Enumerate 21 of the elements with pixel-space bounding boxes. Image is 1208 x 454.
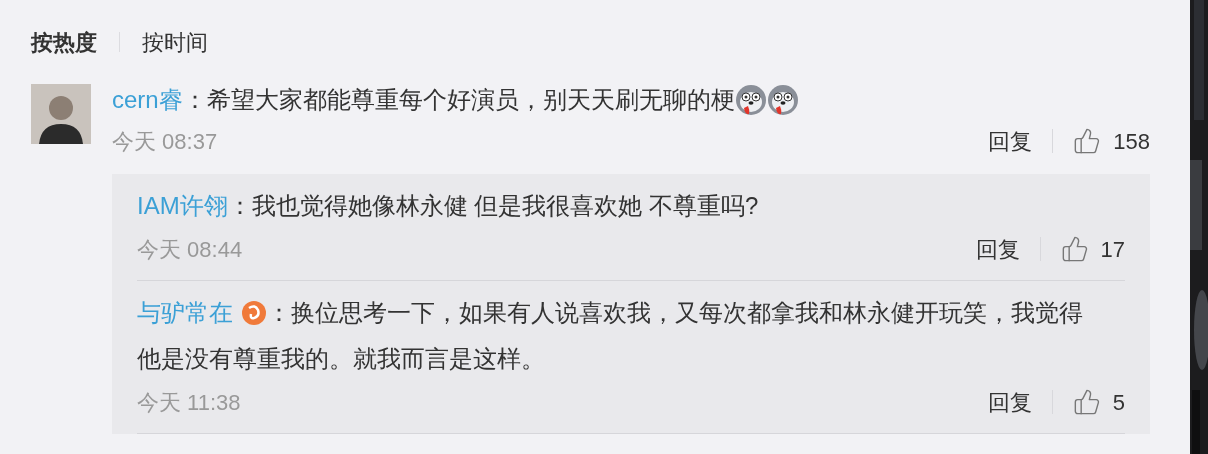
reply-text: IAM许翎：我也觉得她像林永健 但是我很喜欢她 不尊重吗? [137, 191, 760, 221]
reply-time: 今天 08:44 [137, 235, 243, 264]
reply-text: 与驴常在 ：换位思考一下，如果有人说喜欢我，又每次都拿我和林永健开玩笑，我觉得他是没有尊重我的。就我而言是这样。 [137, 298, 1084, 374]
comment-text: 希望大家都能尊重每个好演员，别天天刷无聊的梗 [206, 85, 735, 115]
like-count: 5 [1112, 388, 1125, 417]
comment-time: 今天 08:37 [112, 127, 218, 156]
dog-emoji-icon [766, 84, 799, 116]
thumbs-up-icon[interactable] [1060, 235, 1089, 263]
separator: ： [182, 85, 207, 115]
avatar [31, 84, 91, 144]
sort-tab[interactable]: 按热度 [31, 25, 97, 59]
like-count: 158 [1113, 127, 1150, 156]
reply-link[interactable]: 回复 [975, 232, 1020, 266]
dog-emoji-icon [734, 84, 767, 116]
thumbs-up-icon[interactable] [1073, 127, 1102, 155]
reply-link[interactable]: 回复 [987, 385, 1032, 419]
like-count: 17 [1100, 235, 1125, 264]
reply-link[interactable]: 回复 [988, 124, 1033, 158]
thumbs-up-icon[interactable] [1072, 388, 1101, 416]
reply-time: 今天 11:38 [137, 388, 241, 417]
sort-tab[interactable]: 按时间 [142, 25, 208, 59]
